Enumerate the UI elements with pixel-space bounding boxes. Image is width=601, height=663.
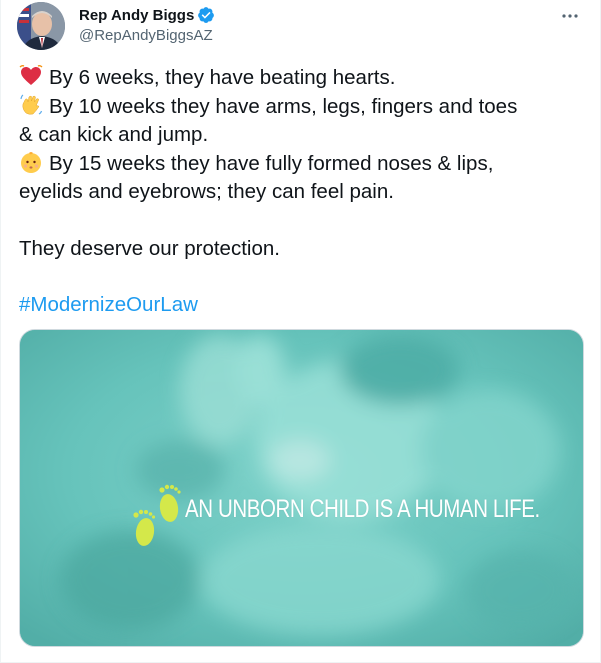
avatar[interactable] [17, 2, 65, 50]
verified-badge-icon [198, 7, 215, 23]
baby-face-icon [21, 151, 41, 173]
tweet-line-text: By 6 weeks, they have beating hearts. [49, 66, 396, 89]
tweet-line: By 6 weeks, they have beating hearts. [19, 64, 589, 93]
author-display-name[interactable]: Rep Andy Biggs [79, 7, 194, 24]
waving-hand-icon [20, 94, 43, 115]
author-block: Rep Andy Biggs @RepAndyBiggsAZ [79, 5, 215, 44]
ultrasound-photo [20, 330, 583, 646]
tweet-header: Rep Andy Biggs @RepAndyBiggsAZ [17, 2, 586, 50]
tweet-line-text: eyelids and eyebrows; they can feel pain… [19, 180, 394, 203]
tweet-line: By 15 weeks they have fully formed noses… [19, 150, 589, 179]
media-caption: AN UNBORN CHILD IS A HUMAN LIFE. [185, 495, 540, 523]
more-dots-icon [562, 14, 578, 18]
tweet-text: By 6 weeks, they have beating hearts. By… [19, 64, 589, 320]
tweet-card[interactable]: Rep Andy Biggs @RepAndyBiggsAZ By 6 week… [0, 0, 601, 663]
tweet-line-text: By 15 weeks they have fully formed noses… [49, 151, 494, 175]
more-options-button[interactable] [554, 4, 586, 28]
tweet-media-image[interactable]: AN UNBORN CHILD IS A HUMAN LIFE. [19, 329, 584, 647]
author-handle[interactable]: @RepAndyBiggsAZ [79, 27, 215, 44]
tweet-line: eyelids and eyebrows; they can feel pain… [19, 178, 589, 207]
tweet-line: By 10 weeks they have arms, legs, finger… [19, 93, 589, 122]
heart-icon [19, 65, 43, 85]
tweet-line-text: & can kick and jump. [19, 123, 209, 146]
tweet-closing: They deserve our protection. [19, 236, 280, 260]
hashtag-link[interactable]: #ModernizeOurLaw [19, 293, 198, 316]
tweet-line: & can kick and jump. [19, 121, 589, 150]
tweet-line-text: By 10 weeks they have arms, legs, finger… [49, 94, 518, 118]
baby-feet-icon [133, 484, 181, 546]
avatar-photo-icon [17, 2, 65, 50]
